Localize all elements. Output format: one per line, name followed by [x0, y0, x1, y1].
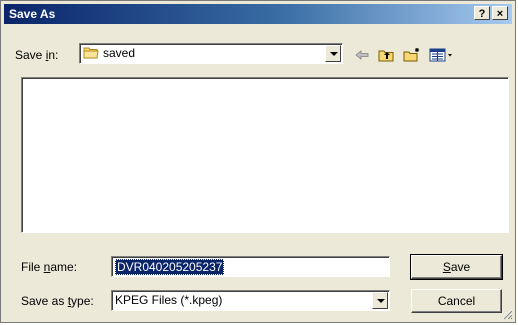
save-as-dialog: Save As ? × Save in: saved File name: DV…: [0, 0, 516, 323]
save-as-type-label: Save as type:: [21, 294, 94, 308]
save-as-type-value: KPEG Files (*.kpeg): [115, 293, 223, 307]
save-as-type-dropdown[interactable]: KPEG Files (*.kpeg): [111, 290, 390, 311]
up-one-level-icon[interactable]: [377, 47, 395, 63]
window-title: Save As: [9, 7, 56, 21]
save-button[interactable]: Save: [410, 254, 503, 280]
chevron-down-icon[interactable]: [325, 45, 341, 62]
save-in-label: Save in:: [15, 48, 59, 62]
title-bar[interactable]: Save As ? ×: [4, 4, 512, 24]
back-arrow-icon[interactable]: [353, 47, 371, 63]
view-menu-icon[interactable]: [428, 47, 454, 63]
chevron-down-icon[interactable]: [372, 292, 388, 309]
file-list[interactable]: [21, 77, 509, 233]
folder-icon: [83, 47, 99, 59]
resize-grip-icon[interactable]: [501, 308, 513, 320]
save-in-value: saved: [103, 46, 136, 60]
file-name-value: DVR040205205237: [115, 259, 225, 275]
help-button[interactable]: ?: [474, 6, 490, 20]
new-folder-icon[interactable]: [402, 47, 422, 63]
save-in-dropdown[interactable]: saved: [79, 43, 343, 64]
close-button[interactable]: ×: [492, 6, 508, 20]
cancel-button[interactable]: Cancel: [411, 289, 502, 313]
file-name-field[interactable]: DVR040205205237: [111, 256, 390, 277]
file-name-label: File name:: [21, 260, 78, 274]
